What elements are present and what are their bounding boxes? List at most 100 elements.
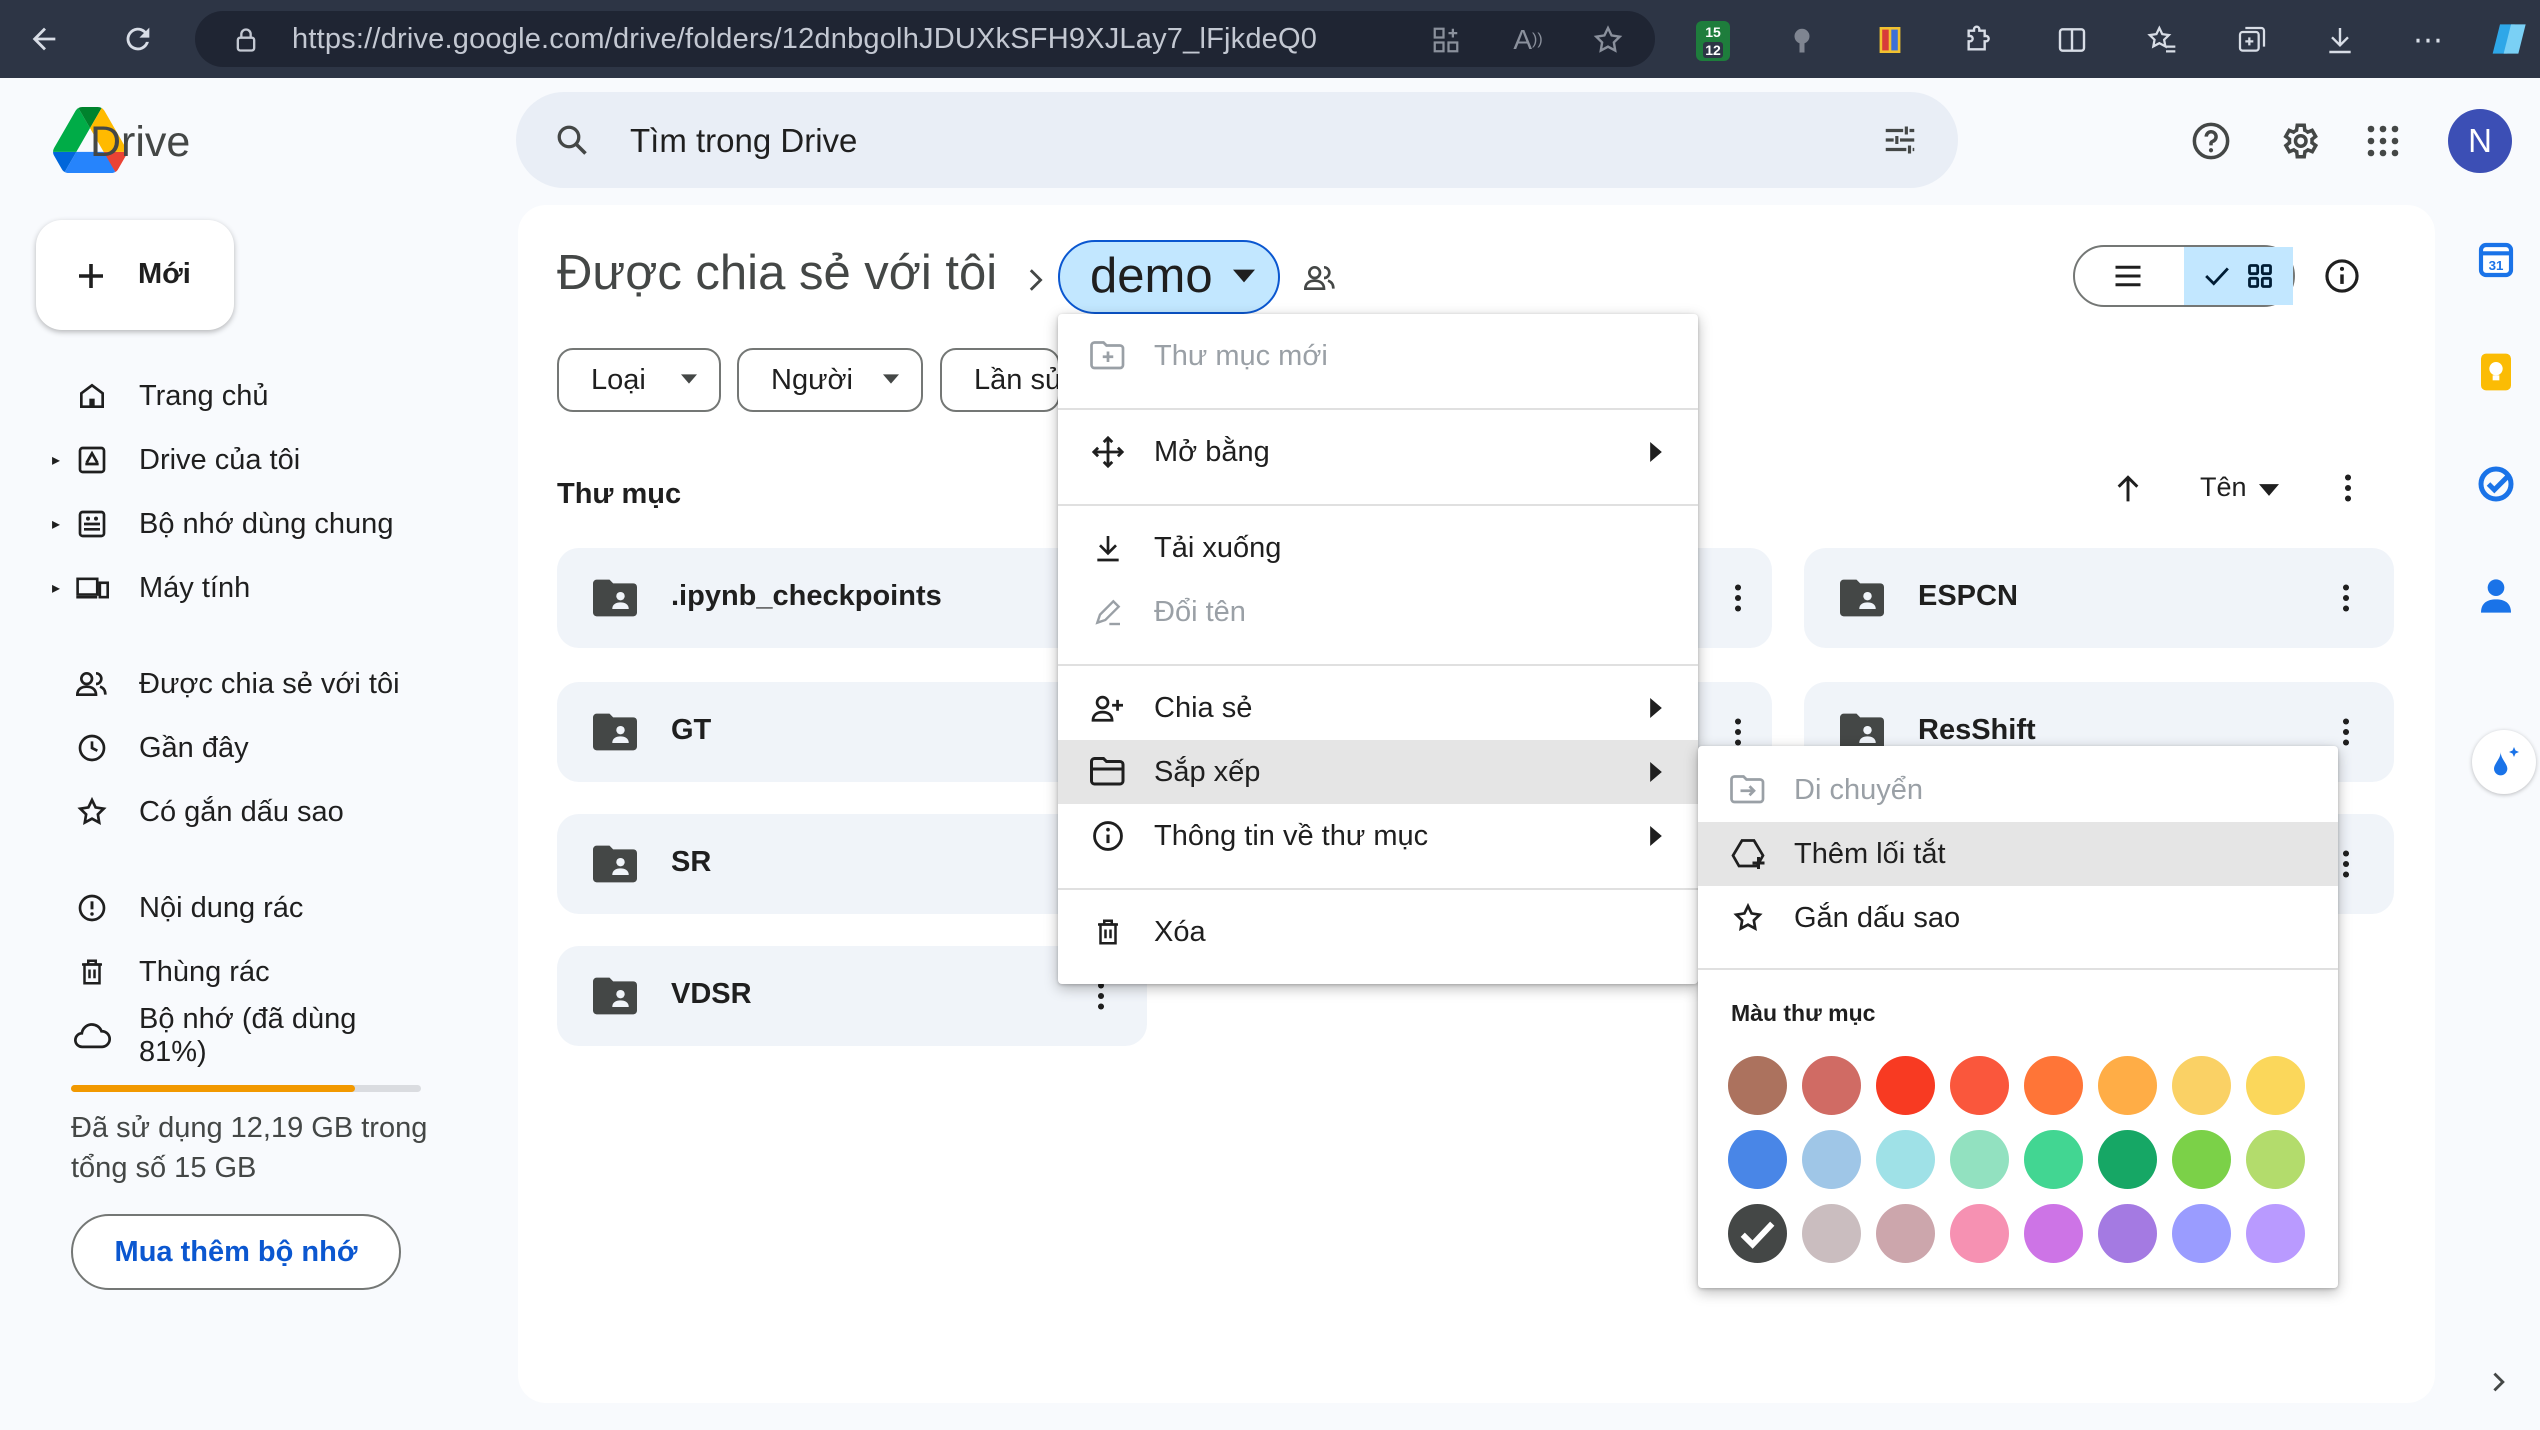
extensions-puzzle-icon[interactable] — [1958, 20, 1998, 60]
folder-color-swatch[interactable] — [2172, 1130, 2231, 1189]
copilot-icon[interactable] — [2486, 14, 2536, 64]
sidebar-item-storage[interactable]: Bộ nhớ (đã dùng 81%) — [40, 1003, 420, 1068]
more-vert-icon[interactable] — [2324, 576, 2368, 620]
calendar-icon[interactable]: 31 — [2466, 230, 2526, 290]
folder-color-swatch[interactable] — [1728, 1130, 1787, 1189]
avatar[interactable]: N — [2448, 109, 2512, 173]
search-icon[interactable] — [548, 116, 596, 164]
filter-type[interactable]: Loại — [557, 348, 721, 412]
folder-card[interactable]: ESPCN — [1804, 548, 2394, 648]
expand-caret-icon[interactable]: ▸ — [52, 450, 60, 470]
reload-icon[interactable] — [116, 17, 160, 61]
app-name[interactable]: Drive — [90, 118, 190, 167]
search-input[interactable]: Tìm trong Drive — [630, 122, 857, 160]
info-icon[interactable] — [2318, 252, 2366, 300]
folder-color-swatch[interactable] — [1950, 1130, 2009, 1189]
filter-label: Người — [771, 363, 853, 396]
filter-modified[interactable]: Lần sửa đổi — [940, 348, 1060, 412]
folder-color-swatch[interactable] — [1876, 1130, 1935, 1189]
favorite-star-icon[interactable] — [1588, 20, 1628, 60]
folder-color-swatch[interactable] — [2172, 1204, 2231, 1263]
sidebar-item-recent[interactable]: Gần đây — [40, 720, 420, 776]
shared-people-icon[interactable] — [1298, 256, 1342, 300]
search-options-icon[interactable] — [1876, 116, 1924, 164]
menu-item-organize[interactable]: Sắp xếp — [1058, 740, 1698, 804]
folder-color-swatch[interactable] — [1802, 1056, 1861, 1115]
folder-color-swatch[interactable] — [2246, 1204, 2305, 1263]
help-icon[interactable] — [2186, 116, 2236, 166]
sidebar-item-home[interactable]: Trang chủ — [40, 368, 420, 424]
folder-color-swatch[interactable] — [2098, 1056, 2157, 1115]
sidebar-item-starred[interactable]: Có gắn dấu sao — [40, 784, 420, 840]
section-title: Thư mục — [557, 478, 682, 510]
sort-caret-down-icon[interactable] — [2254, 478, 2284, 502]
menu-item-open-with[interactable]: Mở bằng — [1058, 420, 1698, 484]
settings-gear-icon[interactable] — [2274, 116, 2324, 166]
breadcrumb-parent[interactable]: Được chia sẻ với tôi — [557, 245, 997, 301]
collections-icon[interactable] — [2232, 20, 2272, 60]
menu-item-download[interactable]: Tải xuống — [1058, 516, 1698, 580]
folder-color-swatch[interactable] — [1950, 1056, 2009, 1115]
sidebar-item-shared-with-me[interactable]: Được chia sẻ với tôi — [40, 656, 420, 712]
more-menu-icon[interactable]: ⋯ — [2408, 20, 2448, 60]
more-vert-icon[interactable] — [1716, 576, 1760, 620]
folder-color-swatch[interactable] — [1950, 1204, 2009, 1263]
folder-color-swatch[interactable] — [1876, 1204, 1935, 1263]
breadcrumb-current: demo — [1090, 249, 1213, 303]
filter-people[interactable]: Người — [737, 348, 923, 412]
extension-flag-icon[interactable] — [1870, 20, 1910, 60]
sidebar-item-computers[interactable]: ▸ Máy tính — [40, 560, 420, 616]
new-button[interactable] — [36, 220, 234, 330]
sort-label[interactable]: Tên — [2200, 472, 2247, 503]
more-vert-icon[interactable] — [2326, 466, 2370, 510]
buy-storage-button[interactable]: Mua thêm bộ nhớ — [71, 1214, 401, 1290]
sidebar-item-spam[interactable]: Nội dung rác — [40, 880, 420, 936]
sort-direction-arrow-icon[interactable] — [2106, 466, 2150, 510]
folder-color-swatch[interactable] — [2024, 1056, 2083, 1115]
folder-color-swatch[interactable] — [2246, 1056, 2305, 1115]
app-available-icon[interactable] — [1426, 20, 1466, 60]
chevron-right-icon[interactable] — [2476, 1360, 2520, 1404]
folder-color-swatch[interactable] — [2098, 1204, 2157, 1263]
menu-item-share[interactable]: Chia sẻ — [1058, 676, 1698, 740]
contacts-icon[interactable] — [2466, 566, 2526, 626]
menu-item-new-folder[interactable]: Thư mục mới — [1058, 324, 1698, 388]
tasks-icon[interactable] — [2466, 454, 2526, 514]
keep-icon[interactable] — [2466, 342, 2526, 402]
favorites-icon[interactable] — [2142, 20, 2182, 60]
sidebar-item-shared-drives[interactable]: ▸ Bộ nhớ dùng chung — [40, 496, 420, 552]
folder-color-swatch[interactable] — [1802, 1204, 1861, 1263]
menu-item-add-star[interactable]: Gắn dấu sao — [1698, 886, 2338, 950]
folder-color-swatch[interactable] — [1802, 1130, 1861, 1189]
folder-color-swatch[interactable] — [2024, 1130, 2083, 1189]
lock-icon[interactable] — [228, 22, 264, 58]
menu-item-delete[interactable]: Xóa — [1058, 900, 1698, 964]
extension-calendar-icon[interactable]: 15 12 — [1693, 18, 1733, 64]
menu-item-add-shortcut[interactable]: Thêm lối tắt — [1698, 822, 2338, 886]
folder-color-swatch[interactable] — [1728, 1056, 1787, 1115]
folder-color-swatch[interactable] — [2246, 1130, 2305, 1189]
folder-color-swatch[interactable] — [1728, 1204, 1787, 1263]
shared-drives-icon — [70, 502, 114, 546]
apps-grid-icon[interactable] — [2358, 116, 2408, 166]
menu-item-rename[interactable]: Đổi tên — [1058, 580, 1698, 644]
ai-assistant-icon[interactable] — [2472, 730, 2536, 794]
expand-caret-icon[interactable]: ▸ — [52, 514, 60, 534]
star-icon — [70, 790, 114, 834]
menu-item-folder-info[interactable]: Thông tin về thư mục — [1058, 804, 1698, 868]
url-text[interactable]: https://drive.google.com/drive/folders/1… — [292, 23, 1317, 56]
extension-tool-icon[interactable] — [1782, 20, 1822, 60]
list-view-icon[interactable] — [2106, 256, 2150, 296]
sidebar-item-my-drive[interactable]: ▸ Drive của tôi — [40, 432, 420, 488]
folder-color-swatch[interactable] — [2098, 1130, 2157, 1189]
back-icon[interactable] — [22, 17, 66, 61]
expand-caret-icon[interactable]: ▸ — [52, 578, 60, 598]
menu-item-move[interactable]: Di chuyển — [1698, 758, 2338, 822]
read-aloud-icon[interactable]: A)) — [1508, 20, 1548, 60]
downloads-icon[interactable] — [2320, 20, 2360, 60]
folder-color-swatch[interactable] — [2024, 1204, 2083, 1263]
folder-color-swatch[interactable] — [1876, 1056, 1935, 1115]
sidebar-item-trash[interactable]: Thùng rác — [40, 944, 420, 1000]
folder-color-swatch[interactable] — [2172, 1056, 2231, 1115]
split-screen-icon[interactable] — [2052, 20, 2092, 60]
